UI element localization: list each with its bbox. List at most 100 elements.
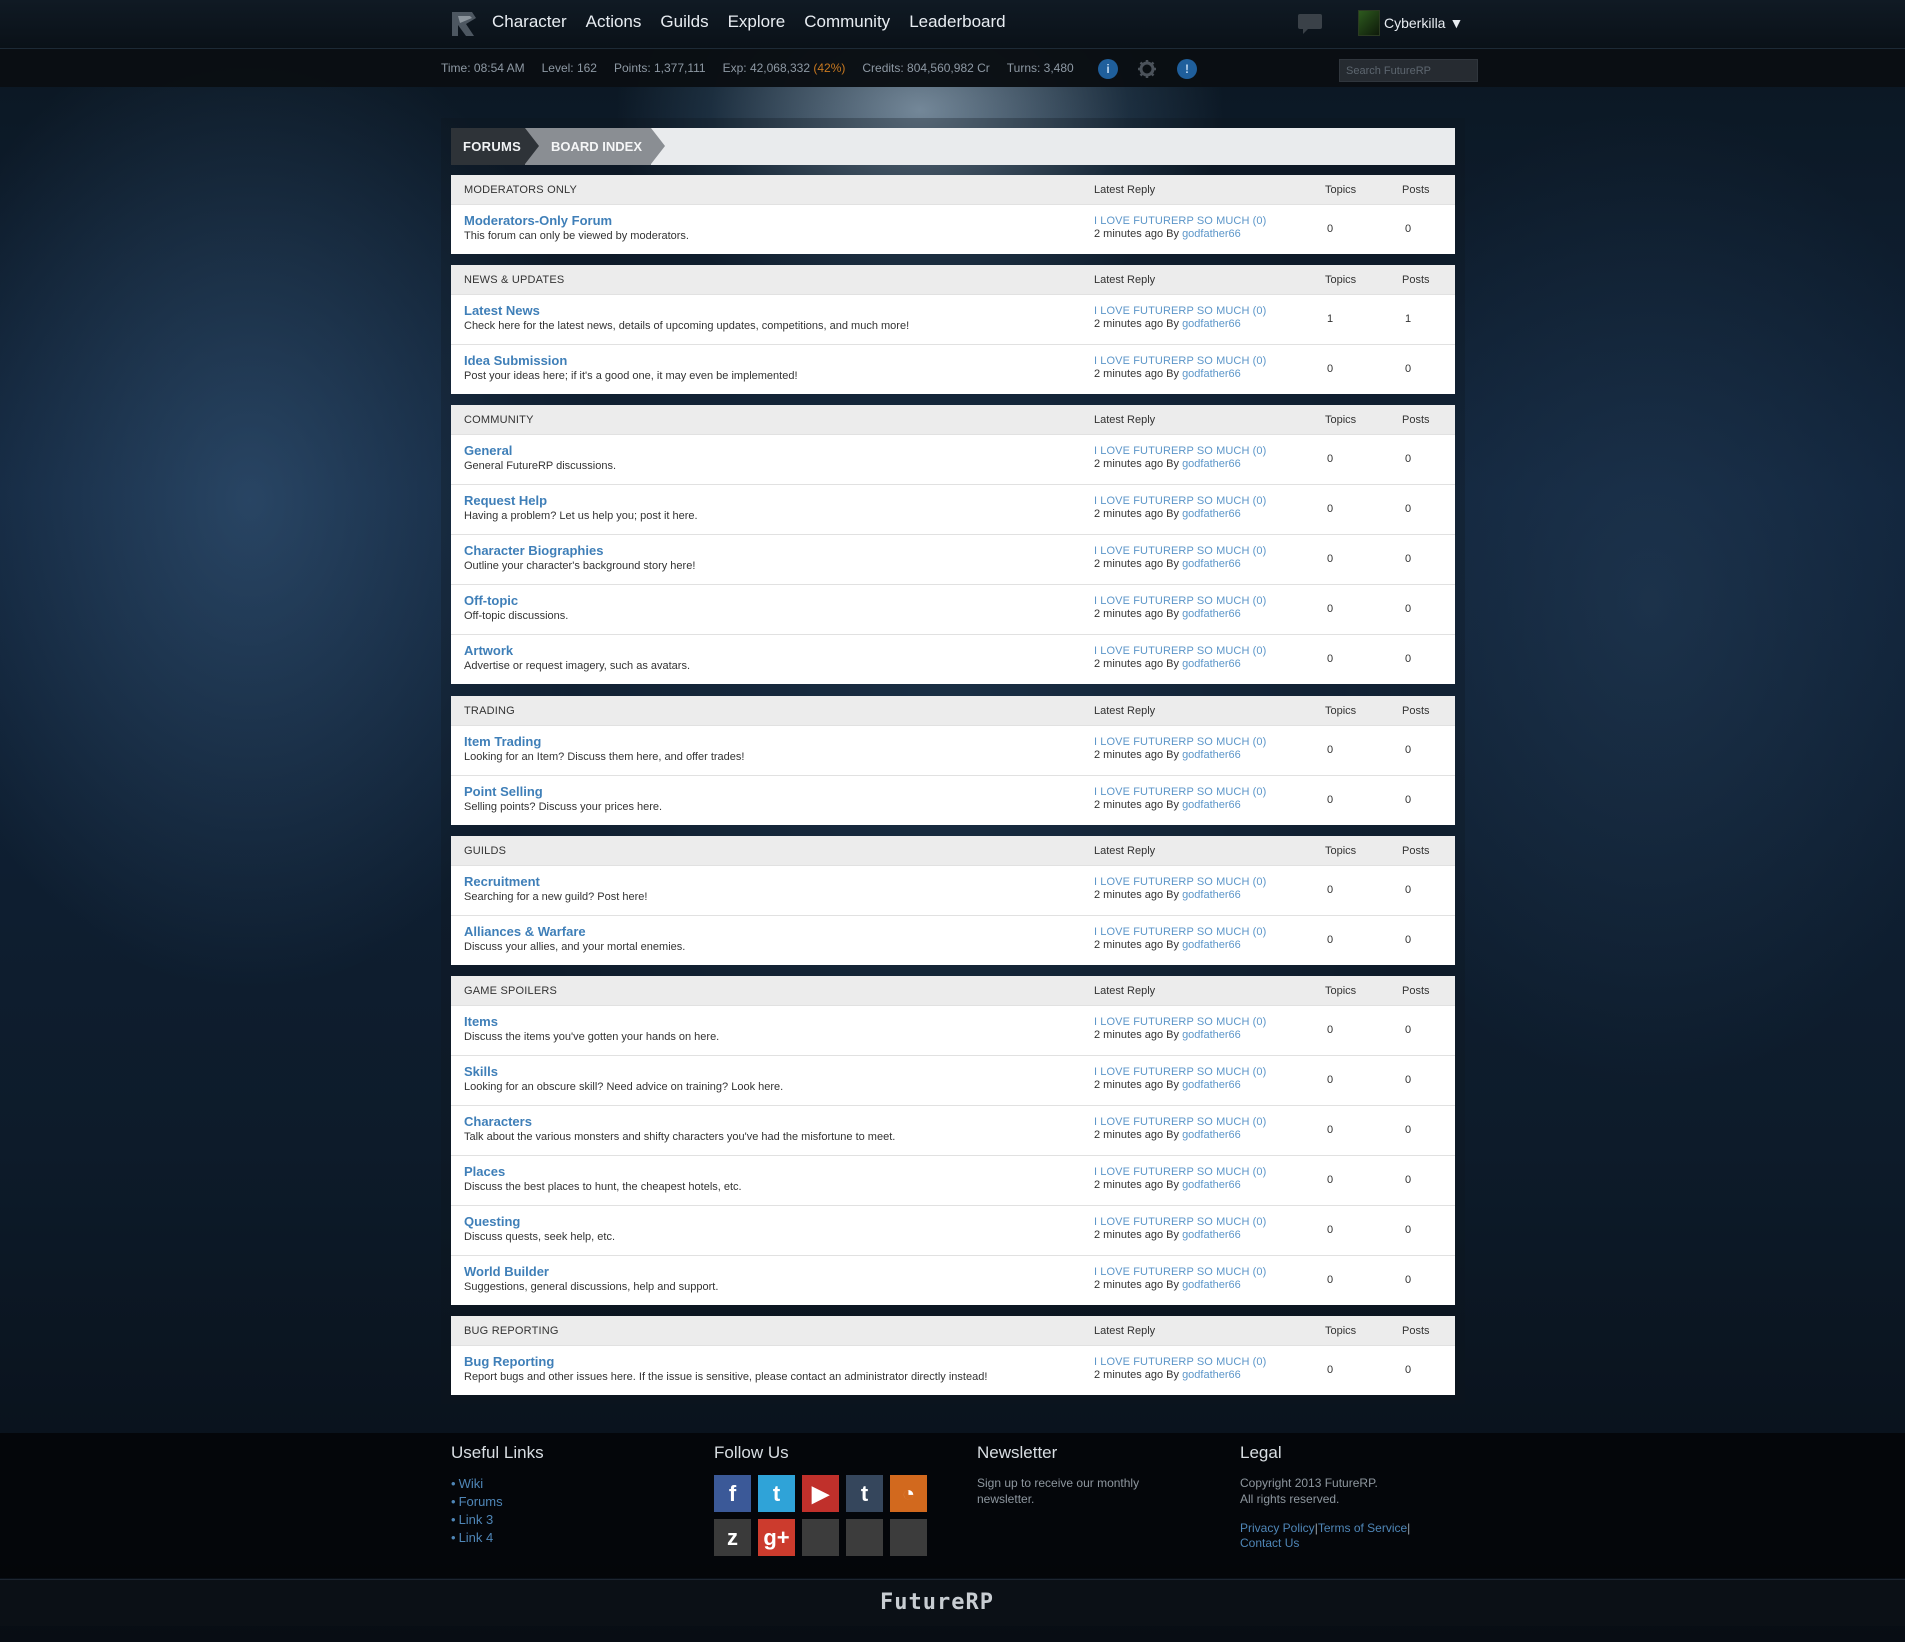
- latest-reply-link[interactable]: I LOVE FUTURERP SO MUCH (0): [1094, 1016, 1266, 1028]
- nav-character[interactable]: Character: [492, 0, 567, 46]
- forum-title-link[interactable]: Request Help: [464, 493, 547, 508]
- latest-reply-meta: 2 minutes ago By godfather66: [1094, 1179, 1241, 1191]
- rss-icon[interactable]: ◔: [890, 1475, 927, 1512]
- latest-reply-user-link[interactable]: godfather66: [1182, 1229, 1241, 1241]
- latest-reply-user-link[interactable]: godfather66: [1182, 608, 1241, 620]
- column-header-posts: Posts: [1402, 274, 1430, 286]
- chat-icon[interactable]: [1298, 14, 1322, 34]
- latest-reply-user-link[interactable]: godfather66: [1182, 1029, 1241, 1041]
- forum-title-link[interactable]: Bug Reporting: [464, 1354, 554, 1369]
- terms-of-service-link[interactable]: Terms of Service: [1318, 1521, 1407, 1535]
- forum-row: Artwork Advertise or request imagery, suc…: [451, 634, 1455, 684]
- forum-title-link[interactable]: Recruitment: [464, 874, 540, 889]
- latest-reply-link[interactable]: I LOVE FUTURERP SO MUCH (0): [1094, 445, 1266, 457]
- latest-reply-link[interactable]: I LOVE FUTURERP SO MUCH (0): [1094, 926, 1266, 938]
- tumblr-icon[interactable]: t: [846, 1475, 883, 1512]
- latest-reply-link[interactable]: I LOVE FUTURERP SO MUCH (0): [1094, 786, 1266, 798]
- nav-guilds[interactable]: Guilds: [660, 0, 708, 46]
- forum-title-link[interactable]: Idea Submission: [464, 353, 567, 368]
- latest-reply-link[interactable]: I LOVE FUTURERP SO MUCH (0): [1094, 215, 1266, 227]
- alert-icon[interactable]: !: [1177, 59, 1197, 79]
- forum-title-link[interactable]: Artwork: [464, 643, 513, 658]
- facebook-icon[interactable]: f: [714, 1475, 751, 1512]
- latest-reply-link[interactable]: I LOVE FUTURERP SO MUCH (0): [1094, 595, 1266, 607]
- topics-count: 0: [1327, 1274, 1334, 1286]
- futurerp-logo-icon[interactable]: [448, 8, 478, 40]
- latest-reply-user-link[interactable]: godfather66: [1182, 1129, 1241, 1141]
- forum-title-link[interactable]: World Builder: [464, 1264, 549, 1279]
- latest-reply-link[interactable]: I LOVE FUTURERP SO MUCH (0): [1094, 305, 1266, 317]
- latest-reply-link[interactable]: I LOVE FUTURERP SO MUCH (0): [1094, 1066, 1266, 1078]
- latest-reply-user-link[interactable]: godfather66: [1182, 458, 1241, 470]
- nav-explore[interactable]: Explore: [728, 0, 786, 46]
- forum-title-link[interactable]: Latest News: [464, 303, 540, 318]
- latest-reply-user-link[interactable]: godfather66: [1182, 1179, 1241, 1191]
- latest-reply-user-link[interactable]: godfather66: [1182, 228, 1241, 240]
- latest-reply-link[interactable]: I LOVE FUTURERP SO MUCH (0): [1094, 1216, 1266, 1228]
- stat-turns: Turns: 3,480: [1006, 61, 1074, 75]
- forum-title-link[interactable]: Skills: [464, 1064, 498, 1079]
- latest-reply-user-link[interactable]: godfather66: [1182, 799, 1241, 811]
- forum-title-link[interactable]: General: [464, 443, 512, 458]
- forum-title-link[interactable]: Character Biographies: [464, 543, 603, 558]
- forum-title-link[interactable]: Places: [464, 1164, 505, 1179]
- latest-reply-link[interactable]: I LOVE FUTURERP SO MUCH (0): [1094, 1116, 1266, 1128]
- googleplus-icon[interactable]: g+: [758, 1519, 795, 1556]
- latest-reply-user-link[interactable]: godfather66: [1182, 749, 1241, 761]
- latest-reply-user-link[interactable]: godfather66: [1182, 558, 1241, 570]
- info-icon[interactable]: i: [1098, 59, 1118, 79]
- latest-reply-link[interactable]: I LOVE FUTURERP SO MUCH (0): [1094, 1356, 1266, 1368]
- latest-reply-link[interactable]: I LOVE FUTURERP SO MUCH (0): [1094, 1166, 1266, 1178]
- latest-reply-link[interactable]: I LOVE FUTURERP SO MUCH (0): [1094, 736, 1266, 748]
- forum-title-link[interactable]: Off-topic: [464, 593, 518, 608]
- nav-leaderboard[interactable]: Leaderboard: [909, 0, 1005, 46]
- forum-title-link[interactable]: Alliances & Warfare: [464, 924, 586, 939]
- forum-title-link[interactable]: Questing: [464, 1214, 520, 1229]
- search-input[interactable]: [1339, 59, 1478, 82]
- brand-logo[interactable]: FutureRP: [880, 1590, 994, 1615]
- column-header-latest-reply: Latest Reply: [1094, 414, 1156, 426]
- latest-reply-link[interactable]: I LOVE FUTURERP SO MUCH (0): [1094, 876, 1266, 888]
- forum-title-link[interactable]: Point Selling: [464, 784, 543, 799]
- latest-reply-meta: 2 minutes ago By godfather66: [1094, 1279, 1241, 1291]
- breadcrumb-board-index[interactable]: BOARD INDEX: [525, 128, 651, 165]
- latest-reply-user-link[interactable]: godfather66: [1182, 1279, 1241, 1291]
- footer-link-wiki[interactable]: • Wiki: [451, 1475, 544, 1493]
- empty-social-icon[interactable]: [890, 1519, 927, 1556]
- zerply-icon[interactable]: z: [714, 1519, 751, 1556]
- nav-actions[interactable]: Actions: [586, 0, 642, 46]
- forum-title-link[interactable]: Characters: [464, 1114, 532, 1129]
- latest-reply-user-link[interactable]: godfather66: [1182, 318, 1241, 330]
- latest-reply-user-link[interactable]: godfather66: [1182, 889, 1241, 901]
- latest-reply-user-link[interactable]: godfather66: [1182, 508, 1241, 520]
- latest-reply-link[interactable]: I LOVE FUTURERP SO MUCH (0): [1094, 495, 1266, 507]
- footer-link-3[interactable]: • Link 3: [451, 1511, 544, 1529]
- gear-icon[interactable]: [1137, 59, 1157, 79]
- section-title: GAME SPOILERS: [464, 985, 558, 997]
- empty-social-icon[interactable]: [846, 1519, 883, 1556]
- footer-link-forums[interactable]: • Forums: [451, 1493, 544, 1511]
- user-menu[interactable]: Cyberkilla ▼: [1358, 10, 1463, 36]
- forum-title-link[interactable]: Moderators-Only Forum: [464, 213, 612, 228]
- latest-reply-user-link[interactable]: godfather66: [1182, 368, 1241, 380]
- contact-us-link[interactable]: Contact Us: [1240, 1536, 1299, 1550]
- nav-community[interactable]: Community: [804, 0, 890, 46]
- latest-reply-link[interactable]: I LOVE FUTURERP SO MUCH (0): [1094, 355, 1266, 367]
- latest-reply-link[interactable]: I LOVE FUTURERP SO MUCH (0): [1094, 645, 1266, 657]
- latest-reply-link[interactable]: I LOVE FUTURERP SO MUCH (0): [1094, 545, 1266, 557]
- posts-count: 0: [1405, 1274, 1412, 1286]
- empty-social-icon[interactable]: [802, 1519, 839, 1556]
- latest-reply-link[interactable]: I LOVE FUTURERP SO MUCH (0): [1094, 1266, 1266, 1278]
- section-header: NEWS & UPDATES Latest Reply Topics Posts: [451, 265, 1455, 294]
- privacy-policy-link[interactable]: Privacy Policy: [1240, 1521, 1315, 1535]
- twitter-icon[interactable]: t: [758, 1475, 795, 1512]
- latest-reply-user-link[interactable]: godfather66: [1182, 1369, 1241, 1381]
- latest-reply-user-link[interactable]: godfather66: [1182, 1079, 1241, 1091]
- latest-reply-user-link[interactable]: godfather66: [1182, 939, 1241, 951]
- youtube-icon[interactable]: ▶: [802, 1475, 839, 1512]
- forum-title-link[interactable]: Items: [464, 1014, 498, 1029]
- footer-link-4[interactable]: • Link 4: [451, 1529, 544, 1547]
- forum-title-link[interactable]: Item Trading: [464, 734, 541, 749]
- posts-count: 0: [1405, 223, 1412, 235]
- latest-reply-user-link[interactable]: godfather66: [1182, 658, 1241, 670]
